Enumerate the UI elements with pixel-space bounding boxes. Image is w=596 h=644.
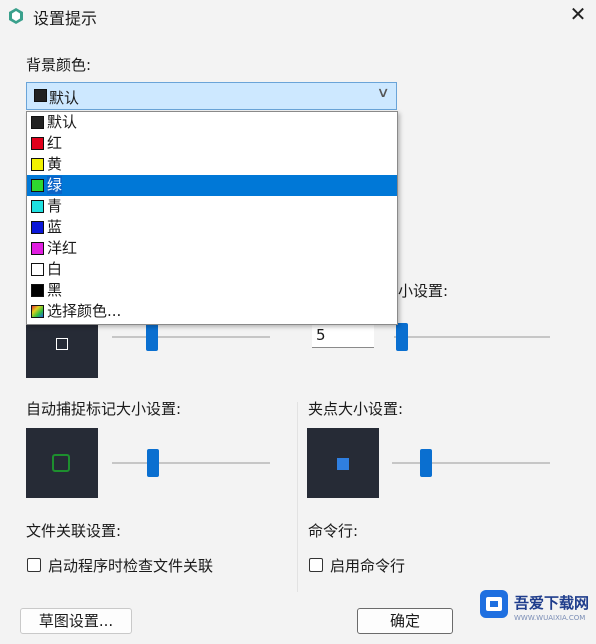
grip-slider-track[interactable] xyxy=(392,462,550,464)
grip-slider-thumb[interactable] xyxy=(420,449,432,477)
color-option-green[interactable]: 绿 xyxy=(27,175,397,196)
option-label: 洋红 xyxy=(47,239,78,257)
grip-size-label: 夹点大小设置: xyxy=(308,400,404,418)
section-divider xyxy=(297,402,298,592)
selected-color-text: 默认 xyxy=(49,89,80,107)
site-watermark: 吾爱下载网 WWW.WUAIXIA.COM xyxy=(470,582,594,638)
size-slider-track[interactable] xyxy=(394,336,550,338)
color-option-yellow[interactable]: 黄 xyxy=(27,154,397,175)
color-option-red[interactable]: 红 xyxy=(27,133,397,154)
window-title: 设置提示 xyxy=(33,9,98,28)
size-slider-thumb[interactable] xyxy=(396,323,408,351)
color-swatch xyxy=(31,179,44,192)
app-icon xyxy=(9,8,23,24)
color-swatch xyxy=(31,137,44,150)
color-swatch xyxy=(31,263,44,276)
watermark-url: WWW.WUAIXIA.COM xyxy=(514,614,586,622)
grip-preview xyxy=(307,428,379,498)
color-option-default[interactable]: 默认 xyxy=(27,112,397,133)
snap-mark-preview xyxy=(26,428,98,498)
enable-command-line-label[interactable]: 启用命令行 xyxy=(330,555,405,576)
option-label: 默认 xyxy=(47,113,78,131)
option-label: 黄 xyxy=(47,155,63,173)
option-label: 白 xyxy=(47,260,63,278)
color-swatch xyxy=(31,200,44,213)
color-swatch xyxy=(31,116,44,129)
cursor-size-slider-track[interactable] xyxy=(112,336,270,338)
selected-color-swatch xyxy=(34,89,47,102)
color-swatch xyxy=(31,242,44,255)
chevron-down-icon: ∨ xyxy=(376,85,390,101)
grip-marker-icon xyxy=(337,458,349,470)
option-label: 绿 xyxy=(47,176,63,194)
option-label: 蓝 xyxy=(47,218,63,236)
palette-icon xyxy=(31,305,44,318)
snap-marker-icon xyxy=(52,454,70,472)
snap-mark-size-label: 自动捕捉标记大小设置: xyxy=(26,400,182,418)
color-option-white[interactable]: 白 xyxy=(27,259,397,280)
color-option-blue[interactable]: 蓝 xyxy=(27,217,397,238)
color-option-black[interactable]: 黑 xyxy=(27,280,397,301)
ok-button[interactable]: 确定 xyxy=(357,608,453,634)
file-association-label: 文件关联设置: xyxy=(26,522,122,540)
check-file-association-checkbox[interactable] xyxy=(27,558,41,572)
snap-mark-slider-track[interactable] xyxy=(112,462,270,464)
close-icon[interactable]: ✕ xyxy=(568,4,588,24)
size-input[interactable]: 5 xyxy=(312,324,374,348)
cursor-size-slider-thumb[interactable] xyxy=(146,323,158,351)
color-swatch xyxy=(31,284,44,297)
option-label: 青 xyxy=(47,197,63,215)
check-file-association-label[interactable]: 启动程序时检查文件关联 xyxy=(48,555,213,576)
enable-command-line-checkbox[interactable] xyxy=(309,558,323,572)
size-input-value: 5 xyxy=(316,326,326,344)
snap-mark-slider-thumb[interactable] xyxy=(147,449,159,477)
size-setting-label: 小设置: xyxy=(398,282,449,300)
color-option-cyan[interactable]: 青 xyxy=(27,196,397,217)
color-swatch xyxy=(31,158,44,171)
option-label: 黑 xyxy=(47,281,63,299)
cursor-box-icon xyxy=(56,338,68,350)
background-color-select[interactable]: 默认 ∨ xyxy=(26,82,397,110)
command-line-label: 命令行: xyxy=(308,522,359,540)
option-label: 红 xyxy=(47,134,63,152)
color-option-magenta[interactable]: 洋红 xyxy=(27,238,397,259)
color-swatch xyxy=(31,221,44,234)
sketch-settings-button[interactable]: 草图设置... xyxy=(20,608,132,634)
option-label: 选择颜色... xyxy=(47,302,122,320)
color-option-choose[interactable]: 选择颜色... xyxy=(27,301,397,322)
watermark-brand: 吾爱下载网 xyxy=(514,594,590,612)
color-dropdown-list: 默认 红 黄 绿 青 蓝 洋红 白 黑 选择颜色... xyxy=(26,111,398,325)
watermark-logo-icon xyxy=(480,590,508,618)
background-color-label: 背景颜色: xyxy=(26,56,92,74)
